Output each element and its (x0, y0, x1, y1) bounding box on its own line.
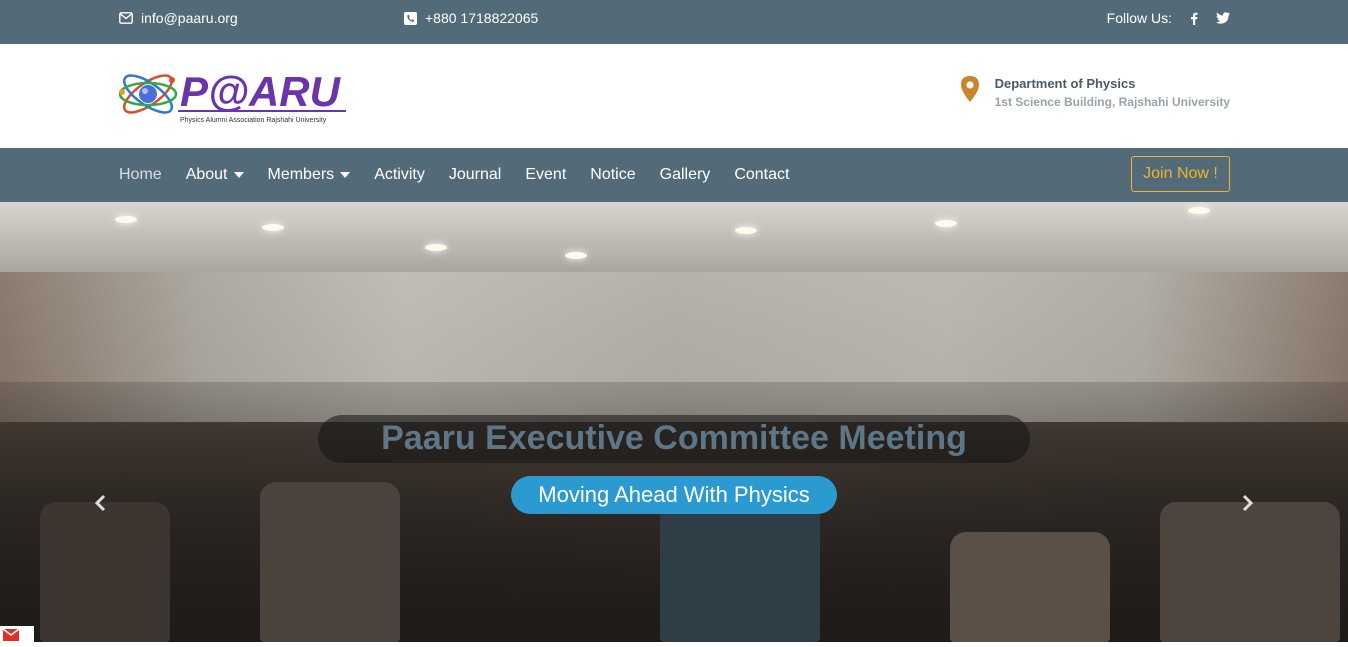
address-line1: Department of Physics (994, 76, 1136, 91)
nav-item-members[interactable]: Members (268, 166, 351, 184)
ceiling-light (425, 244, 447, 251)
nav-item-label: Gallery (659, 166, 711, 183)
caret-down-icon (340, 172, 351, 178)
ceiling-light (1188, 207, 1210, 214)
ceiling-light (565, 252, 587, 259)
nav-item-gallery[interactable]: Gallery (660, 166, 711, 184)
social-links: Follow Us: (1107, 0, 1230, 36)
nav-item-label: Activity (374, 166, 425, 183)
nav-item-label: Contact (734, 166, 790, 183)
twitter-icon[interactable] (1216, 12, 1230, 24)
phone-contact[interactable]: +880 1718822065 (404, 0, 538, 36)
nav-item-label: Notice (590, 166, 636, 183)
slide-title: Paaru Executive Committee Meeting (381, 419, 967, 457)
nav-item-label: Members (267, 166, 335, 183)
logo-subtitle: Physics Alumni Association Rajshahi Univ… (180, 117, 327, 124)
photo-figure (660, 502, 820, 642)
ceiling-light (735, 227, 757, 234)
nav-item-label: Home (119, 166, 162, 183)
phone-text: +880 1718822065 (425, 10, 539, 26)
email-contact[interactable]: info@paaru.org (119, 0, 238, 36)
phone-icon (404, 11, 417, 25)
address-line2: 1st Science Building, Rajshahi Universit… (994, 95, 1230, 109)
top-bar: info@paaru.org +880 1718822065 Follow Us… (0, 0, 1348, 44)
slide-subtitle: Moving Ahead With Physics (511, 476, 837, 514)
envelope-icon (119, 12, 133, 24)
next-slide-icon[interactable] (1238, 494, 1256, 512)
nav-item-home[interactable]: Home (119, 166, 162, 184)
slide-title-box: Paaru Executive Committee Meeting (318, 415, 1030, 463)
nav-item-label: Event (525, 166, 567, 183)
ceiling-light (935, 220, 957, 227)
nav-item-contact[interactable]: Contact (734, 166, 789, 184)
caret-down-icon (233, 172, 244, 178)
site-header: P@ARU Physics Alumni Association Rajshah… (0, 44, 1348, 148)
follow-label: Follow Us: (1106, 10, 1172, 26)
logo-text: P@ARU (180, 68, 342, 115)
ceiling-light (115, 216, 137, 223)
hero-photo-ceiling (0, 202, 1348, 272)
photo-figure (950, 532, 1110, 642)
nav-item-event[interactable]: Event (525, 166, 566, 184)
nav-item-about[interactable]: About (186, 166, 244, 184)
atom-icon (118, 74, 178, 114)
nav-item-notice[interactable]: Notice (590, 166, 635, 184)
corner-widget[interactable] (0, 626, 34, 642)
photo-figure (260, 482, 400, 642)
nav-item-label: Journal (448, 166, 502, 183)
map-marker-icon (960, 76, 979, 102)
address-block: Department of Physics 1st Science Buildi… (960, 76, 1230, 109)
photo-figure (1160, 502, 1340, 642)
prev-slide-icon[interactable] (92, 494, 110, 512)
nav-item-label: About (185, 166, 228, 183)
paaru-logo[interactable]: P@ARU Physics Alumni Association Rajshah… (118, 62, 350, 130)
ceiling-light (262, 224, 284, 231)
facebook-icon[interactable] (1190, 12, 1198, 25)
nav-item-journal[interactable]: Journal (449, 166, 501, 184)
nav-item-activity[interactable]: Activity (374, 166, 425, 184)
join-now-button[interactable]: Join Now ! (1131, 156, 1230, 192)
photo-figure (40, 502, 170, 642)
email-text: info@paaru.org (141, 10, 238, 26)
widget-icon (2, 628, 20, 641)
